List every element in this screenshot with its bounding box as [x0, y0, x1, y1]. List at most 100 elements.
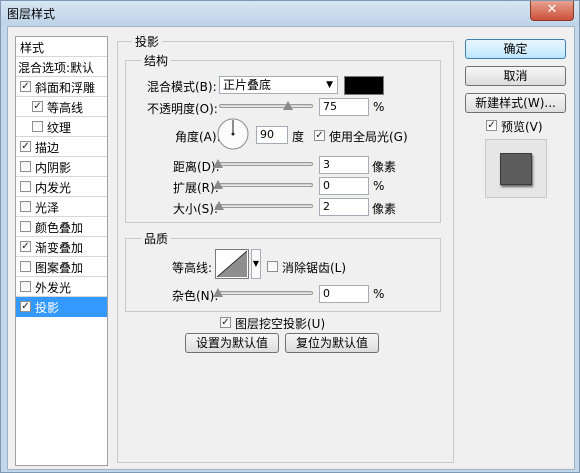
inner-glow-checkbox[interactable] — [20, 181, 31, 192]
size-unit: 像素 — [372, 202, 397, 216]
style-list-header[interactable]: 样式 — [16, 37, 107, 57]
angle-label: 角度(A): — [175, 130, 221, 144]
style-item-texture[interactable]: 纹理 — [16, 117, 107, 137]
blend-mode-select[interactable]: 正片叠底 ▼ — [219, 76, 338, 94]
noise-input[interactable]: 0 — [319, 285, 369, 303]
knockout-checkbox[interactable] — [220, 317, 231, 328]
style-item-label: 纹理 — [47, 121, 72, 135]
opacity-input[interactable]: 75 — [319, 98, 369, 116]
preview-label: 预览(V) — [501, 120, 543, 134]
style-item-drop-shadow[interactable]: 投影 — [16, 297, 107, 317]
texture-checkbox[interactable] — [32, 121, 43, 132]
cancel-button[interactable]: 取消 — [465, 66, 566, 86]
distance-slider-track[interactable] — [216, 162, 313, 166]
gradient-overlay-checkbox[interactable] — [20, 241, 31, 252]
blend-options-label: 混合选项:默认 — [18, 61, 95, 75]
dialog-client-area: 样式 混合选项:默认 斜面和浮雕 等高线 纹理 描边 — [7, 26, 575, 470]
contour-label: 等高线: — [172, 261, 213, 275]
style-item-label: 内发光 — [35, 181, 72, 195]
spread-unit: % — [373, 179, 385, 193]
style-item-label: 内阴影 — [35, 161, 72, 175]
distance-slider-handle[interactable] — [213, 159, 223, 168]
title-bar[interactable]: 图层样式 ✕ — [1, 1, 579, 25]
spread-label: 扩展(R): — [173, 181, 219, 195]
size-input[interactable]: 2 — [319, 198, 369, 216]
close-button[interactable]: ✕ — [530, 1, 574, 21]
ok-button[interactable]: 确定 — [465, 39, 566, 59]
style-item-pattern-overlay[interactable]: 图案叠加 — [16, 257, 107, 277]
size-slider-track[interactable] — [216, 204, 313, 208]
distance-input[interactable]: 3 — [319, 156, 369, 174]
opacity-slider-track[interactable] — [219, 104, 313, 108]
style-item-label: 斜面和浮雕 — [35, 81, 96, 95]
reset-default-button[interactable]: 复位为默认值 — [285, 333, 379, 353]
outer-glow-checkbox[interactable] — [20, 281, 31, 292]
style-item-label: 渐变叠加 — [35, 241, 84, 255]
style-item-stroke[interactable]: 描边 — [16, 137, 107, 157]
opacity-unit: % — [373, 100, 385, 114]
color-overlay-checkbox[interactable] — [20, 221, 31, 232]
drop-shadow-title: 投影 — [132, 33, 163, 50]
opacity-slider-handle[interactable] — [283, 101, 293, 110]
knockout-label: 图层挖空投影(U) — [235, 317, 326, 331]
style-item-contour[interactable]: 等高线 — [16, 97, 107, 117]
bevel-emboss-checkbox[interactable] — [20, 81, 31, 92]
angle-dial-icon[interactable] — [216, 117, 250, 151]
noise-slider-handle[interactable] — [213, 288, 223, 297]
size-slider-handle[interactable] — [214, 201, 224, 210]
style-item-label: 等高线 — [47, 101, 84, 115]
noise-label: 杂色(N): — [172, 289, 219, 303]
angle-input[interactable]: 90 — [256, 126, 288, 144]
style-preview-swatch — [500, 153, 532, 185]
style-item-label: 颜色叠加 — [35, 221, 84, 235]
style-preview-box — [485, 139, 547, 198]
style-item-outer-glow[interactable]: 外发光 — [16, 277, 107, 297]
style-item-label: 光泽 — [35, 201, 60, 215]
style-item-inner-glow[interactable]: 内发光 — [16, 177, 107, 197]
style-item-color-overlay[interactable]: 颜色叠加 — [16, 217, 107, 237]
global-light-label: 使用全局光(G) — [329, 130, 408, 144]
preview-checkbox[interactable] — [486, 120, 497, 131]
style-item-label: 投影 — [35, 301, 60, 315]
layer-style-dialog: 图层样式 ✕ 样式 混合选项:默认 斜面和浮雕 等高线 纹理 — [0, 0, 580, 473]
quality-title: 品质 — [141, 230, 172, 247]
contour-dropdown-button[interactable]: ▼ — [251, 249, 261, 279]
global-light-checkbox[interactable] — [314, 130, 325, 141]
noise-slider-track[interactable] — [216, 291, 313, 295]
chevron-down-icon: ▼ — [326, 80, 333, 90]
opacity-label: 不透明度(O): — [147, 102, 218, 116]
contour-preview-icon[interactable] — [215, 249, 249, 279]
style-list-blend-options[interactable]: 混合选项:默认 — [16, 57, 107, 77]
spread-slider-handle[interactable] — [213, 180, 223, 189]
style-list-header-label: 样式 — [20, 41, 45, 55]
style-item-gradient-overlay[interactable]: 渐变叠加 — [16, 237, 107, 257]
style-list: 样式 混合选项:默认 斜面和浮雕 等高线 纹理 描边 — [15, 36, 108, 466]
make-default-button[interactable]: 设置为默认值 — [185, 333, 279, 353]
noise-unit: % — [373, 287, 385, 301]
size-label: 大小(S): — [173, 202, 219, 216]
angle-unit: 度 — [292, 130, 305, 144]
satin-checkbox[interactable] — [20, 201, 31, 212]
inner-shadow-checkbox[interactable] — [20, 161, 31, 172]
pattern-overlay-checkbox[interactable] — [20, 261, 31, 272]
window-title: 图层样式 — [7, 7, 56, 21]
blend-mode-value: 正片叠底 — [223, 78, 272, 92]
style-item-satin[interactable]: 光泽 — [16, 197, 107, 217]
style-item-bevel-emboss[interactable]: 斜面和浮雕 — [16, 77, 107, 97]
stroke-checkbox[interactable] — [20, 141, 31, 152]
style-item-inner-shadow[interactable]: 内阴影 — [16, 157, 107, 177]
anti-alias-label: 消除锯齿(L) — [282, 261, 347, 275]
style-item-label: 图案叠加 — [35, 261, 84, 275]
drop-shadow-checkbox[interactable] — [20, 301, 31, 312]
blend-mode-label: 混合模式(B): — [147, 80, 217, 94]
style-item-label: 外发光 — [35, 281, 72, 295]
anti-alias-checkbox[interactable] — [267, 261, 278, 272]
structure-title: 结构 — [141, 52, 172, 69]
contour-checkbox[interactable] — [32, 101, 43, 112]
style-item-label: 描边 — [35, 141, 60, 155]
spread-slider-track[interactable] — [216, 183, 313, 187]
shadow-color-swatch[interactable] — [344, 76, 384, 95]
new-style-button[interactable]: 新建样式(W)... — [465, 93, 566, 113]
spread-input[interactable]: 0 — [319, 177, 369, 195]
distance-unit: 像素 — [372, 160, 397, 174]
